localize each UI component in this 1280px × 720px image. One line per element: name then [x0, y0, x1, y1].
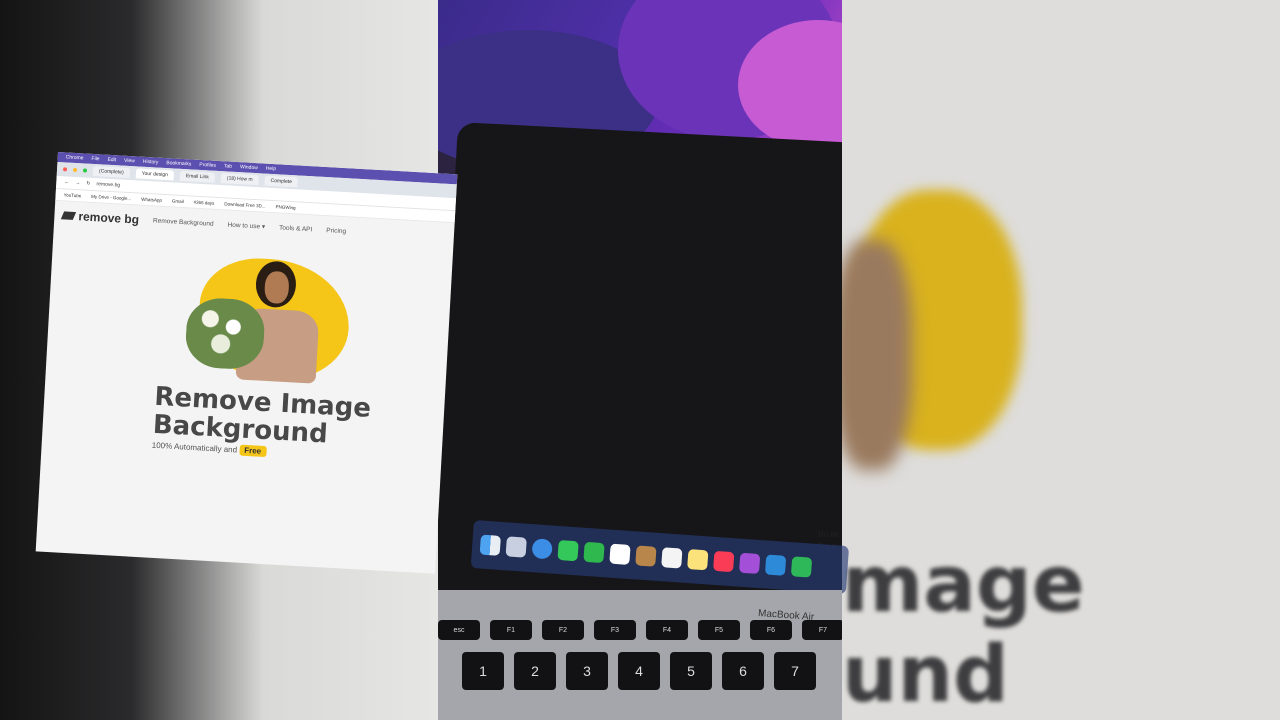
- menu-item[interactable]: Profiles: [199, 162, 216, 169]
- back-icon[interactable]: ←: [64, 179, 69, 185]
- nav-tools-api[interactable]: Tools & API: [279, 224, 313, 233]
- url-field[interactable]: remove.bg: [96, 181, 120, 188]
- hero-headline: Remove Image Background: [152, 382, 372, 451]
- browser-tab[interactable]: Email Link: [179, 170, 216, 183]
- hero-section: Remove Image Background 100% Automatical…: [43, 229, 454, 458]
- bookmark-item[interactable]: WhatsApp: [141, 197, 162, 203]
- key-esc[interactable]: esc: [438, 620, 480, 640]
- key-3[interactable]: 3: [566, 652, 608, 690]
- keynote-icon[interactable]: [764, 554, 787, 576]
- key-f7[interactable]: F7: [802, 620, 842, 640]
- menu-item[interactable]: File: [91, 156, 99, 162]
- calendar-icon[interactable]: [609, 543, 631, 565]
- bookmark-item[interactable]: #365 days: [194, 200, 215, 206]
- key-f2[interactable]: F2: [542, 620, 584, 640]
- key-f4[interactable]: F4: [646, 620, 688, 640]
- numbers-icon[interactable]: [790, 556, 813, 578]
- notes-icon[interactable]: [687, 549, 709, 571]
- browser-tab[interactable]: (Complete): [92, 165, 130, 179]
- key-f3[interactable]: F3: [594, 620, 636, 640]
- menu-item[interactable]: Tab: [224, 163, 232, 169]
- site-logo[interactable]: remove bg: [60, 208, 140, 227]
- menu-item[interactable]: Chrome: [66, 154, 84, 161]
- messages-icon[interactable]: [557, 539, 579, 562]
- music-icon[interactable]: [713, 550, 735, 573]
- reminders-icon[interactable]: [661, 547, 683, 569]
- podcasts-icon[interactable]: [738, 552, 761, 575]
- bookmark-item[interactable]: Gmail: [172, 198, 184, 204]
- screen-edge-text-1: No im: [818, 530, 839, 539]
- key-f5[interactable]: F5: [698, 620, 740, 640]
- launchpad-icon[interactable]: [505, 536, 527, 558]
- key-2[interactable]: 2: [514, 652, 556, 690]
- browser-tab[interactable]: Complete: [264, 175, 299, 188]
- menu-item[interactable]: Edit: [107, 157, 116, 163]
- close-window-icon[interactable]: [62, 167, 68, 172]
- key-7[interactable]: 7: [774, 652, 816, 690]
- notes-app-icon[interactable]: [635, 545, 657, 567]
- logo-text: remove bg: [78, 209, 140, 227]
- logo-icon: [60, 211, 77, 220]
- bookmark-item[interactable]: My Drive - Google...: [91, 194, 131, 201]
- key-f6[interactable]: F6: [750, 620, 792, 640]
- blurred-headline-fragment-2: und: [842, 630, 1009, 720]
- key-6[interactable]: 6: [722, 652, 764, 690]
- flower-bouquet-image: [184, 296, 267, 371]
- bookmark-item[interactable]: PNGWing: [275, 204, 295, 210]
- minimize-window-icon[interactable]: [72, 167, 78, 173]
- blurred-headline-fragment-1: mage: [842, 540, 1085, 630]
- facetime-icon[interactable]: [583, 541, 605, 564]
- reload-icon[interactable]: ↻: [86, 181, 91, 187]
- browser-tab[interactable]: (18) How m: [220, 173, 259, 186]
- blurred-background-right: mage und: [842, 0, 1280, 720]
- laptop-screen: Chrome File Edit View History Bookmarks …: [35, 152, 458, 574]
- safari-icon[interactable]: [531, 538, 553, 560]
- key-5[interactable]: 5: [670, 652, 712, 690]
- menu-item[interactable]: Bookmarks: [166, 160, 191, 167]
- key-f1[interactable]: F1: [490, 620, 532, 640]
- free-badge: Free: [238, 444, 267, 458]
- menu-item[interactable]: Help: [266, 166, 277, 173]
- nav-pricing[interactable]: Pricing: [326, 227, 346, 235]
- nav-remove-background[interactable]: Remove Background: [153, 217, 214, 227]
- bookmark-item[interactable]: Download Free 3D...: [224, 201, 265, 208]
- key-4[interactable]: 4: [618, 652, 660, 690]
- browser-tab[interactable]: Your design: [135, 168, 175, 181]
- menu-item[interactable]: View: [124, 158, 135, 165]
- key-1[interactable]: 1: [462, 652, 504, 690]
- forward-icon[interactable]: →: [75, 180, 80, 186]
- maximize-window-icon[interactable]: [82, 168, 88, 173]
- menu-item[interactable]: Window: [240, 164, 258, 171]
- bookmark-item[interactable]: YouTube: [63, 192, 81, 198]
- nav-how-to-use[interactable]: How to use ▾: [227, 221, 265, 231]
- blurred-person: [842, 240, 912, 470]
- finder-icon[interactable]: [479, 534, 501, 556]
- menu-item[interactable]: History: [143, 159, 159, 166]
